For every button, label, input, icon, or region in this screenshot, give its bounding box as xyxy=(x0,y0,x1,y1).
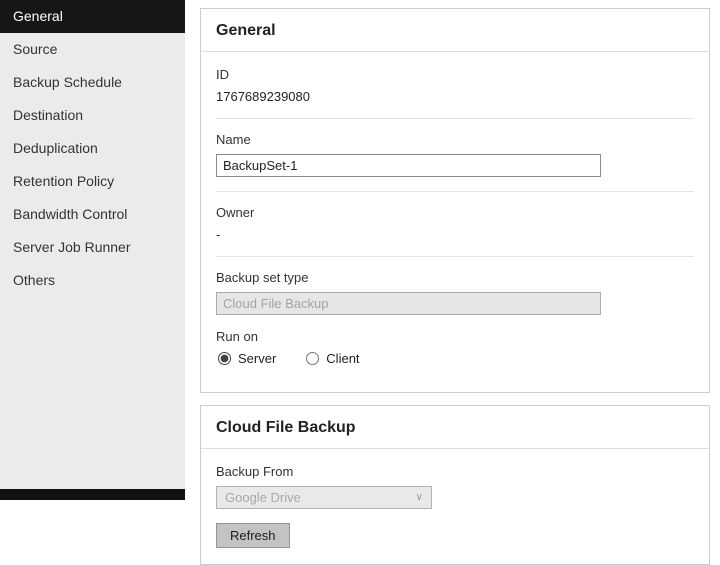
run-on-radio-client[interactable] xyxy=(306,352,320,365)
run-on-option-client-label: Client xyxy=(326,351,360,366)
run-on-radio-group: Server Client xyxy=(218,351,694,366)
name-input[interactable] xyxy=(216,154,601,177)
backup-from-select: Google Drive ∨ xyxy=(216,486,432,509)
sidebar-item-destination[interactable]: Destination xyxy=(0,99,185,132)
backup-from-label: Backup From xyxy=(216,464,294,479)
field-divider xyxy=(216,256,694,257)
sidebar-item-bandwidth-control[interactable]: Bandwidth Control xyxy=(0,198,185,231)
chevron-down-icon: ∨ xyxy=(415,492,423,503)
sidebar-footer-bar xyxy=(0,489,185,500)
general-panel: General ID 1767689239080 Name Owner - Ba… xyxy=(200,8,710,393)
cloud-file-backup-panel-body: Backup From Google Drive ∨ Refresh xyxy=(201,449,709,564)
field-divider xyxy=(216,118,694,119)
run-on-radio-server[interactable] xyxy=(218,352,231,365)
general-panel-title: General xyxy=(201,9,709,52)
general-panel-body: ID 1767689239080 Name Owner - Backup set… xyxy=(201,52,709,392)
run-on-option-server-label: Server xyxy=(238,351,277,366)
run-on-label: Run on xyxy=(216,329,258,344)
refresh-button[interactable]: Refresh xyxy=(216,523,290,548)
run-on-option-server[interactable]: Server xyxy=(218,351,276,366)
sidebar-item-retention-policy[interactable]: Retention Policy xyxy=(0,165,185,198)
id-value: 1767689239080 xyxy=(216,89,310,104)
sidebar-item-server-job-runner[interactable]: Server Job Runner xyxy=(0,231,185,264)
sidebar-item-others[interactable]: Others xyxy=(0,264,185,297)
sidebar-item-general[interactable]: General xyxy=(0,0,185,33)
sidebar-item-backup-schedule[interactable]: Backup Schedule xyxy=(0,66,185,99)
sidebar: General Source Backup Schedule Destinati… xyxy=(0,0,185,500)
run-on-option-client[interactable]: Client xyxy=(306,351,360,366)
sidebar-item-source[interactable]: Source xyxy=(0,33,185,66)
main-content: General ID 1767689239080 Name Owner - Ba… xyxy=(185,0,720,565)
app-window: General Source Backup Schedule Destinati… xyxy=(0,0,720,565)
backup-set-type-input xyxy=(216,292,601,315)
name-label: Name xyxy=(216,132,251,147)
owner-value: - xyxy=(216,227,221,242)
field-divider xyxy=(216,191,694,192)
sidebar-item-deduplication[interactable]: Deduplication xyxy=(0,132,185,165)
backup-set-type-label: Backup set type xyxy=(216,270,309,285)
id-label: ID xyxy=(216,67,229,82)
cloud-file-backup-panel-title: Cloud File Backup xyxy=(201,406,709,449)
owner-label: Owner xyxy=(216,205,255,220)
backup-from-selected-value: Google Drive xyxy=(225,490,301,505)
cloud-file-backup-panel: Cloud File Backup Backup From Google Dri… xyxy=(200,405,710,565)
